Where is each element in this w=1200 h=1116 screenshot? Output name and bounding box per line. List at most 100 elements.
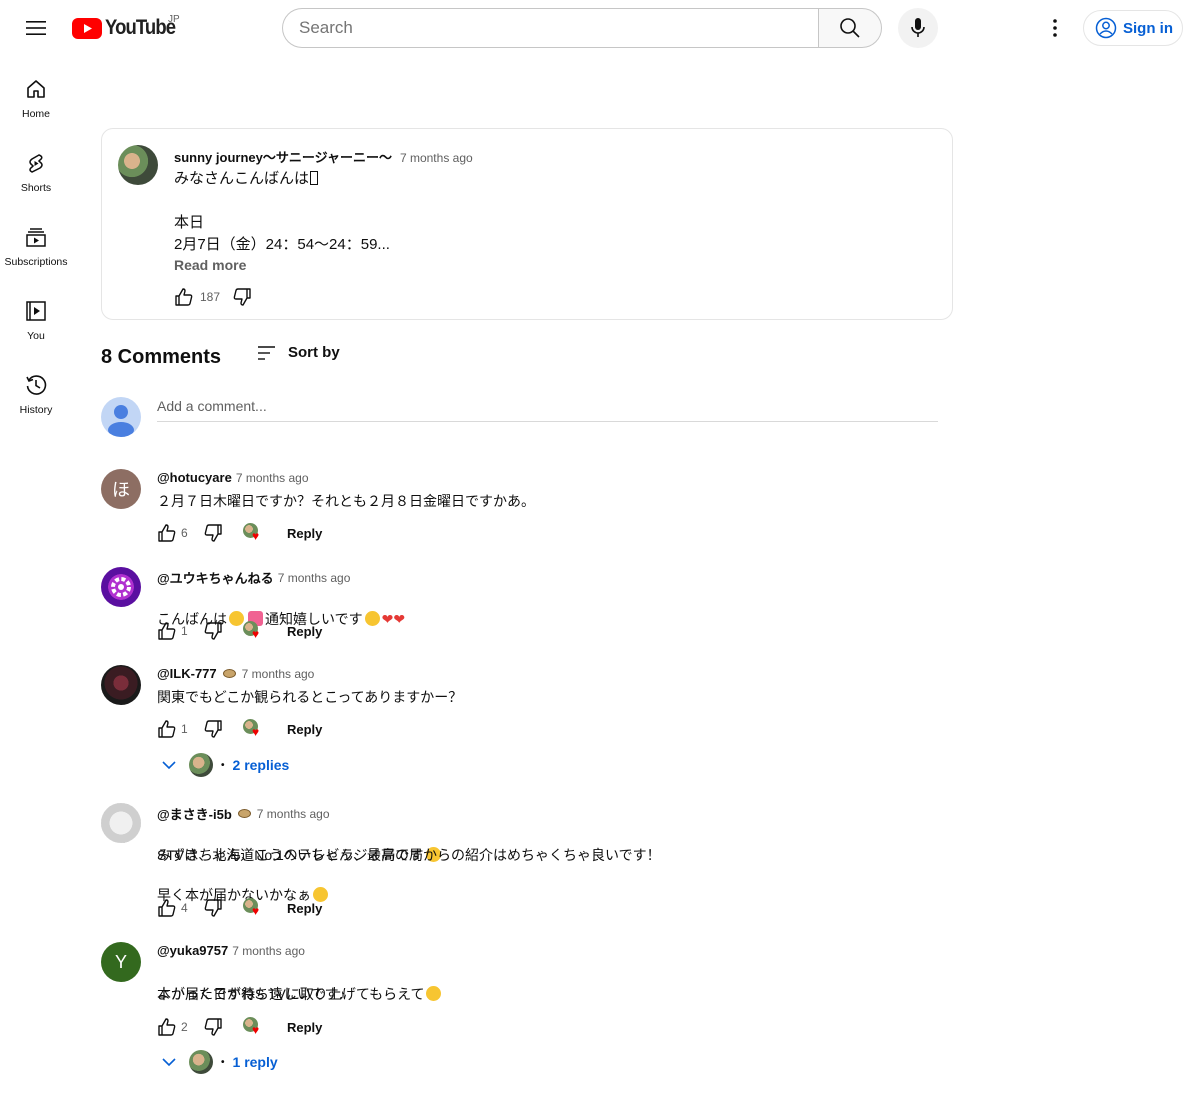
thumbs-up-icon	[175, 288, 193, 306]
channel-avatar[interactable]	[118, 145, 158, 185]
comment-time[interactable]: 7 months ago	[232, 944, 305, 958]
comment-author[interactable]: @まさき-i5b	[157, 804, 232, 823]
search-placeholder: Search	[299, 18, 353, 37]
comment-actions: 1 ♥ Reply	[153, 715, 322, 743]
sidebar-item-shorts[interactable]: Shorts	[4, 138, 68, 212]
thumbs-down-icon	[204, 899, 222, 917]
like-count: 1	[181, 722, 188, 736]
comment-time[interactable]: 7 months ago	[257, 807, 330, 821]
sidebar-label-history: History	[19, 404, 53, 416]
post-time[interactable]: 7 months ago	[400, 151, 473, 165]
post-text-line-2: 本日	[174, 214, 205, 231]
separator-dot: •	[221, 759, 225, 771]
logo-text: YouTube	[105, 16, 176, 39]
creator-reply-avatar	[189, 753, 213, 777]
like-button[interactable]	[153, 617, 181, 645]
dislike-button[interactable]	[199, 1013, 227, 1041]
comment-thread: Y @yuka9757 7 months ago よかったですねS TVに取り上…	[101, 942, 941, 1082]
thumbs-up-icon	[158, 622, 176, 640]
comment-time[interactable]: 7 months ago	[242, 667, 315, 681]
more-vertical-icon	[1053, 19, 1057, 37]
commenter-avatar[interactable]: ほ	[101, 469, 141, 509]
search-button[interactable]	[818, 8, 882, 48]
sort-icon	[258, 345, 275, 360]
comment-actions: 2 ♥ Reply	[153, 1013, 322, 1041]
dislike-button[interactable]	[199, 519, 227, 547]
heart-icon: ♥	[252, 725, 260, 739]
comment-author[interactable]: @ユウキちゃんねる	[157, 568, 274, 587]
comment-time[interactable]: 7 months ago	[278, 571, 351, 585]
member-badge-icon	[222, 669, 236, 678]
thumbs-down-icon	[204, 720, 222, 738]
chevron-down-icon	[162, 761, 176, 770]
comments-count-title: 8 Comments	[101, 346, 222, 368]
my-avatar	[101, 397, 141, 437]
thumbs-up-icon	[158, 524, 176, 542]
avatar-letter: ほ	[112, 480, 130, 500]
view-replies-button[interactable]: • 2 replies	[157, 753, 289, 777]
replies-count: 1 reply	[232, 1054, 278, 1070]
smiling-emoji-icon	[426, 986, 442, 1001]
reply-button[interactable]: Reply	[287, 526, 322, 541]
dislike-button[interactable]	[199, 894, 227, 922]
add-comment-input[interactable]: Add a comment...	[157, 398, 938, 422]
like-button[interactable]	[153, 1013, 181, 1041]
avatar-letter: Y	[114, 951, 127, 972]
thumbs-up-icon	[158, 720, 176, 738]
menu-button[interactable]	[16, 8, 56, 48]
comment-thread: @ユウキちゃんねる 7 months ago こんばんは 通知嬉しいです ❤❤ 1 …	[101, 567, 941, 647]
separator-dot: •	[221, 1056, 225, 1068]
sidebar-label-subscriptions: Subscriptions	[4, 256, 68, 268]
sidebar-item-home[interactable]: Home	[4, 64, 68, 138]
sidebar-item-history[interactable]: History	[4, 360, 68, 434]
sidebar-item-you[interactable]: You	[4, 286, 68, 360]
commenter-avatar[interactable]	[101, 803, 141, 843]
search-input[interactable]: Search	[282, 8, 819, 48]
comment-author[interactable]: @yuka9757	[157, 943, 228, 958]
comment-author[interactable]: @ILK-777	[157, 666, 217, 681]
view-replies-button[interactable]: • 1 reply	[157, 1050, 278, 1074]
reply-button[interactable]: Reply	[287, 901, 322, 916]
voice-search-button[interactable]	[898, 8, 938, 48]
youtube-play-icon	[72, 17, 102, 39]
comment-text: 関東でもどこか観られるとこってありますかー？	[157, 689, 463, 705]
commenter-avatar[interactable]: Y	[101, 942, 141, 982]
sidebar-item-subscriptions[interactable]: Subscriptions	[4, 212, 68, 286]
comment-time[interactable]: 7 months ago	[236, 471, 309, 485]
read-more-link[interactable]: Read more	[174, 257, 246, 273]
comment-actions: 6 ♥ Reply	[153, 519, 322, 547]
default-user-icon	[108, 405, 134, 437]
thumbs-down-icon	[204, 622, 222, 640]
heart-icon: ♥	[252, 904, 260, 918]
post-like-button[interactable]	[170, 283, 198, 311]
like-button[interactable]	[153, 894, 181, 922]
reply-button[interactable]: Reply	[287, 624, 322, 639]
post-text-line-3: 2月7日（金）24：54〜24：59...	[174, 236, 390, 253]
sort-by-button[interactable]: Sort by	[256, 344, 340, 361]
home-icon	[27, 80, 45, 98]
search-icon	[840, 18, 860, 38]
commenter-avatar[interactable]	[101, 665, 141, 705]
reply-button[interactable]: Reply	[287, 722, 322, 737]
like-count: 2	[181, 1020, 188, 1034]
settings-menu-button[interactable]	[1035, 8, 1075, 48]
member-badge-icon	[237, 809, 251, 818]
creator-heart: ♥	[243, 1017, 263, 1037]
sign-in-label: Sign in	[1123, 19, 1173, 37]
gear-icon	[111, 577, 131, 597]
reply-button[interactable]: Reply	[287, 1020, 322, 1035]
commenter-avatar[interactable]	[101, 567, 141, 607]
sign-in-button[interactable]: Sign in	[1083, 10, 1183, 46]
microphone-icon	[911, 18, 925, 37]
missing-glyph-box	[310, 171, 319, 185]
comment-author[interactable]: @hotucyare	[157, 470, 232, 485]
you-icon	[26, 301, 46, 321]
post-dislike-button[interactable]	[228, 283, 256, 311]
dislike-button[interactable]	[199, 715, 227, 743]
smiling-emoji-icon	[364, 611, 380, 626]
like-button[interactable]	[153, 715, 181, 743]
dislike-button[interactable]	[199, 617, 227, 645]
post-author-name[interactable]: sunny journey〜サニージャーニー〜	[174, 147, 392, 166]
post-text-line-1: みなさんこんばんは	[174, 168, 319, 190]
like-button[interactable]	[153, 519, 181, 547]
